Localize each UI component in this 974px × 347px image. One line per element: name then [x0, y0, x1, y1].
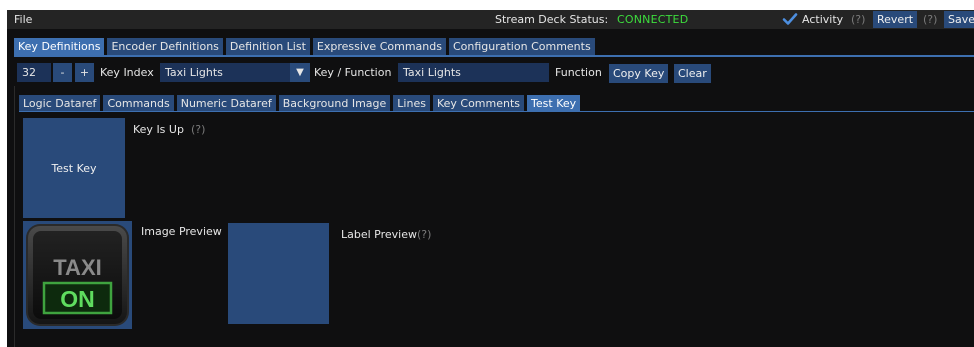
key-index-dropdown[interactable]: Taxi Lights ▼: [160, 63, 310, 82]
tab-test-key[interactable]: Test Key: [527, 95, 581, 112]
taxi-on-key-image: TAXI ON: [26, 224, 129, 326]
increment-key-button[interactable]: +: [75, 63, 94, 82]
tab-background-image[interactable]: Background Image: [278, 95, 391, 112]
key-function-label: Key / Function: [314, 66, 392, 79]
revert-help[interactable]: (?): [923, 13, 937, 26]
label-preview-label: Label Preview: [341, 228, 417, 241]
label-preview: [228, 223, 329, 324]
key-image-top-text: TAXI: [53, 255, 101, 280]
activity-help[interactable]: (?): [851, 13, 865, 26]
tab-definition-list[interactable]: Definition List: [225, 38, 310, 55]
main-tab-bar: Key Definitions Encoder Definitions Defi…: [14, 38, 598, 55]
decrement-key-button[interactable]: -: [53, 63, 72, 82]
key-state-help[interactable]: (?): [191, 123, 205, 136]
sub-tab-bar: Logic Dataref Commands Numeric Dataref B…: [19, 95, 583, 112]
key-state-label: Key Is Up: [133, 123, 184, 136]
app-window: File Stream Deck Status: CONNECTED Activ…: [7, 10, 974, 347]
activity-checkbox-checkmark-icon[interactable]: [782, 11, 798, 27]
tab-commands[interactable]: Commands: [103, 95, 174, 112]
tab-numeric-dataref[interactable]: Numeric Dataref: [176, 95, 276, 112]
image-preview: TAXI ON: [23, 221, 132, 329]
save-button[interactable]: Save: [944, 11, 974, 28]
copy-key-button[interactable]: Copy Key: [609, 64, 668, 83]
key-index-label: Key Index: [100, 66, 154, 79]
dropdown-arrow-icon[interactable]: ▼: [290, 63, 310, 82]
file-menu[interactable]: File: [14, 13, 32, 26]
key-function-input[interactable]: Taxi Lights: [398, 63, 549, 82]
tab-encoder-definitions[interactable]: Encoder Definitions: [107, 38, 223, 55]
main-tab-underline: [14, 55, 974, 57]
test-key-label: Test Key: [51, 161, 97, 175]
function-label: Function: [555, 66, 602, 79]
stream-deck-status-value: CONNECTED: [617, 13, 689, 26]
revert-button[interactable]: Revert: [873, 11, 917, 28]
image-preview-label: Image Preview: [141, 225, 222, 238]
stream-deck-status-label: Stream Deck Status:: [495, 13, 609, 26]
tab-configuration-comments[interactable]: Configuration Comments: [448, 38, 595, 55]
activity-label: Activity: [802, 13, 844, 26]
key-number-input[interactable]: 32: [17, 63, 51, 82]
tab-key-definitions[interactable]: Key Definitions: [14, 38, 105, 55]
key-index-value: Taxi Lights: [165, 66, 223, 79]
tab-expressive-commands[interactable]: Expressive Commands: [312, 38, 446, 55]
test-key-button[interactable]: Test Key: [23, 118, 125, 218]
label-preview-help[interactable]: (?): [417, 228, 431, 241]
key-selector-row: 32 - + Key Index Taxi Lights ▼ Key / Fun…: [7, 63, 974, 83]
tab-logic-dataref[interactable]: Logic Dataref: [19, 95, 101, 112]
key-image-bottom-text: ON: [60, 286, 95, 312]
clear-button[interactable]: Clear: [674, 64, 711, 83]
tab-lines[interactable]: Lines: [393, 95, 430, 112]
sub-tab-underline: [19, 111, 974, 112]
tab-key-comments[interactable]: Key Comments: [432, 95, 525, 112]
